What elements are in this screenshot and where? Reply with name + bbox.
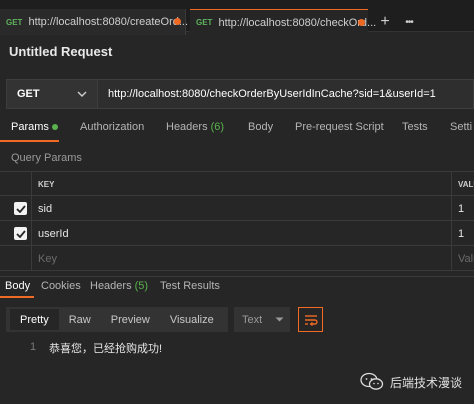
response-text: 恭喜您，已经抢购成功!: [49, 343, 163, 355]
new-key-input[interactable]: Key: [31, 246, 451, 271]
param-value-cell[interactable]: 1: [451, 221, 474, 246]
request-tab-check-order[interactable]: GET http://localhost:8080/checkOrd...: [190, 9, 376, 35]
param-checkbox[interactable]: [14, 227, 27, 240]
active-tab-underline: [0, 140, 59, 142]
response-tabs: Body Cookies Headers (5) Test Results: [0, 276, 474, 298]
format-value: Text: [242, 313, 263, 326]
tab-strip: GET http://localhost:8080/createOrd... G…: [0, 0, 474, 35]
watermark-text: 后端技术漫谈: [390, 375, 463, 390]
tab-method-label: GET: [196, 18, 213, 27]
table-row: userId 1: [0, 221, 474, 246]
chevron-down-icon: [275, 317, 284, 322]
method-value: GET: [17, 88, 40, 100]
visualize-button[interactable]: Visualize: [160, 309, 224, 330]
chevron-down-icon: [77, 91, 87, 97]
table-row: sid 1: [0, 196, 474, 221]
query-params-heading: Query Params: [11, 152, 82, 164]
tab-params[interactable]: Params: [11, 121, 58, 133]
tab-options-button[interactable]: •••: [398, 12, 420, 32]
line-number: 1: [30, 341, 37, 353]
table-row-empty: Key Valu: [0, 246, 474, 271]
tab-label: http://localhost:8080/checkOrd...: [218, 16, 377, 29]
tab-tests[interactable]: Tests: [402, 121, 428, 133]
unsaved-dot-icon: [358, 19, 365, 26]
checkmark-icon: [15, 204, 26, 213]
plus-icon: +: [380, 13, 390, 30]
response-headers-label: Headers: [90, 280, 132, 292]
param-value-cell[interactable]: 1: [451, 196, 474, 221]
table-header-row: KEY VALU: [0, 171, 474, 197]
headers-count-badge: (6): [210, 121, 225, 133]
new-value-input[interactable]: Valu: [451, 246, 474, 271]
column-header-key: KEY: [31, 172, 451, 197]
response-body: 1 恭喜您，已经抢购成功!: [0, 336, 474, 404]
param-key-cell[interactable]: userId: [31, 221, 451, 246]
pretty-button[interactable]: Pretty: [10, 309, 59, 330]
preview-button[interactable]: Preview: [101, 309, 160, 330]
tab-method-label: GET: [6, 17, 23, 27]
tab-settings[interactable]: Setti: [450, 121, 472, 133]
param-key-cell[interactable]: sid: [31, 196, 451, 221]
response-active-tab-underline: [0, 296, 34, 298]
tab-label: http://localhost:8080/createOrd...: [28, 16, 189, 28]
active-indicator-icon: [51, 124, 58, 131]
request-tab-create-order[interactable]: GET http://localhost:8080/createOrd...: [0, 9, 189, 35]
response-tab-test-results[interactable]: Test Results: [160, 280, 220, 292]
watermark: 后端技术漫谈: [360, 372, 462, 392]
param-checkbox[interactable]: [14, 202, 27, 215]
checkmark-icon: [15, 229, 26, 238]
tab-prerequest-script[interactable]: Pre-request Script: [295, 121, 384, 133]
format-dropdown[interactable]: Text: [234, 307, 290, 332]
wrap-lines-icon: [304, 314, 318, 326]
tab-params-label: Params: [11, 121, 49, 133]
response-view-toolbar: Pretty Raw Preview Visualize: [6, 307, 228, 332]
new-tab-button[interactable]: +: [374, 12, 396, 32]
raw-button[interactable]: Raw: [59, 309, 101, 330]
tab-authorization[interactable]: Authorization: [80, 121, 144, 133]
response-headers-count-badge: (5): [134, 280, 149, 292]
wechat-icon: [360, 372, 384, 390]
response-tab-headers[interactable]: Headers (5): [90, 280, 148, 292]
method-dropdown[interactable]: GET: [6, 79, 98, 109]
wrap-lines-button[interactable]: [298, 307, 323, 332]
tab-headers[interactable]: Headers (6): [166, 121, 224, 133]
tab-headers-label: Headers: [166, 121, 208, 133]
column-header-value: VALU: [451, 172, 474, 197]
params-table: KEY VALU sid 1 userId 1 Key Valu: [0, 171, 474, 271]
request-tabs: Params Authorization Headers (6) Body Pr…: [0, 121, 474, 141]
response-tab-body[interactable]: Body: [5, 280, 30, 292]
unsaved-dot-icon: [174, 18, 181, 25]
tab-body[interactable]: Body: [248, 121, 273, 133]
request-title[interactable]: Untitled Request: [9, 44, 112, 59]
response-tab-cookies[interactable]: Cookies: [41, 280, 81, 292]
url-input[interactable]: http://localhost:8080/checkOrderByUserId…: [98, 79, 474, 109]
more-icon: •••: [405, 16, 413, 28]
url-bar: GET http://localhost:8080/checkOrderByUs…: [6, 79, 474, 109]
